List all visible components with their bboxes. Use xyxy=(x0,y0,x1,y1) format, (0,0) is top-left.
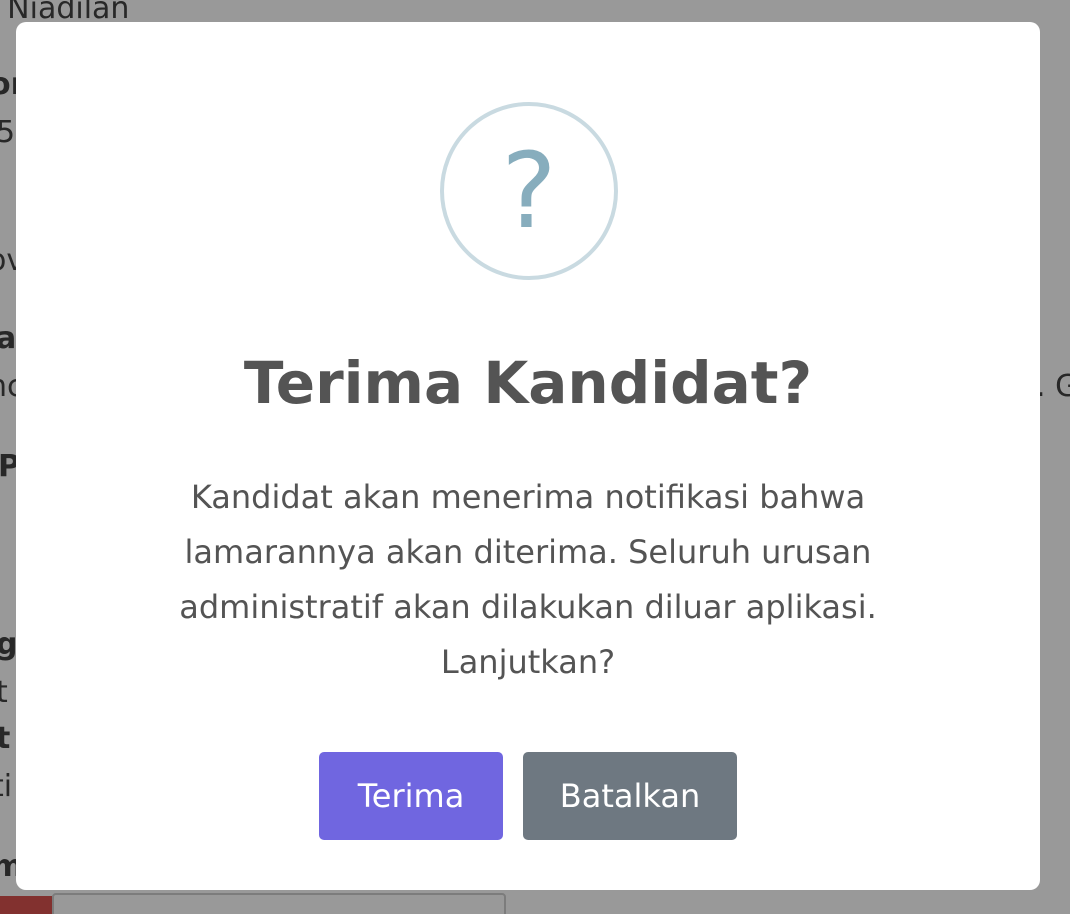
dialog-actions: Terima Batalkan xyxy=(319,752,749,840)
dialog-title: Terima Kandidat? xyxy=(243,349,813,417)
question-icon: ? xyxy=(440,102,618,280)
cancel-button[interactable]: Batalkan xyxy=(523,752,737,840)
dialog-message: Kandidat akan menerima notifikasi bahwa … xyxy=(179,478,877,681)
confirm-button[interactable]: Terima xyxy=(319,752,503,840)
confirm-dialog: ? Terima Kandidat? Kandidat akan menerim… xyxy=(16,22,1040,890)
question-mark-glyph: ? xyxy=(501,130,557,252)
